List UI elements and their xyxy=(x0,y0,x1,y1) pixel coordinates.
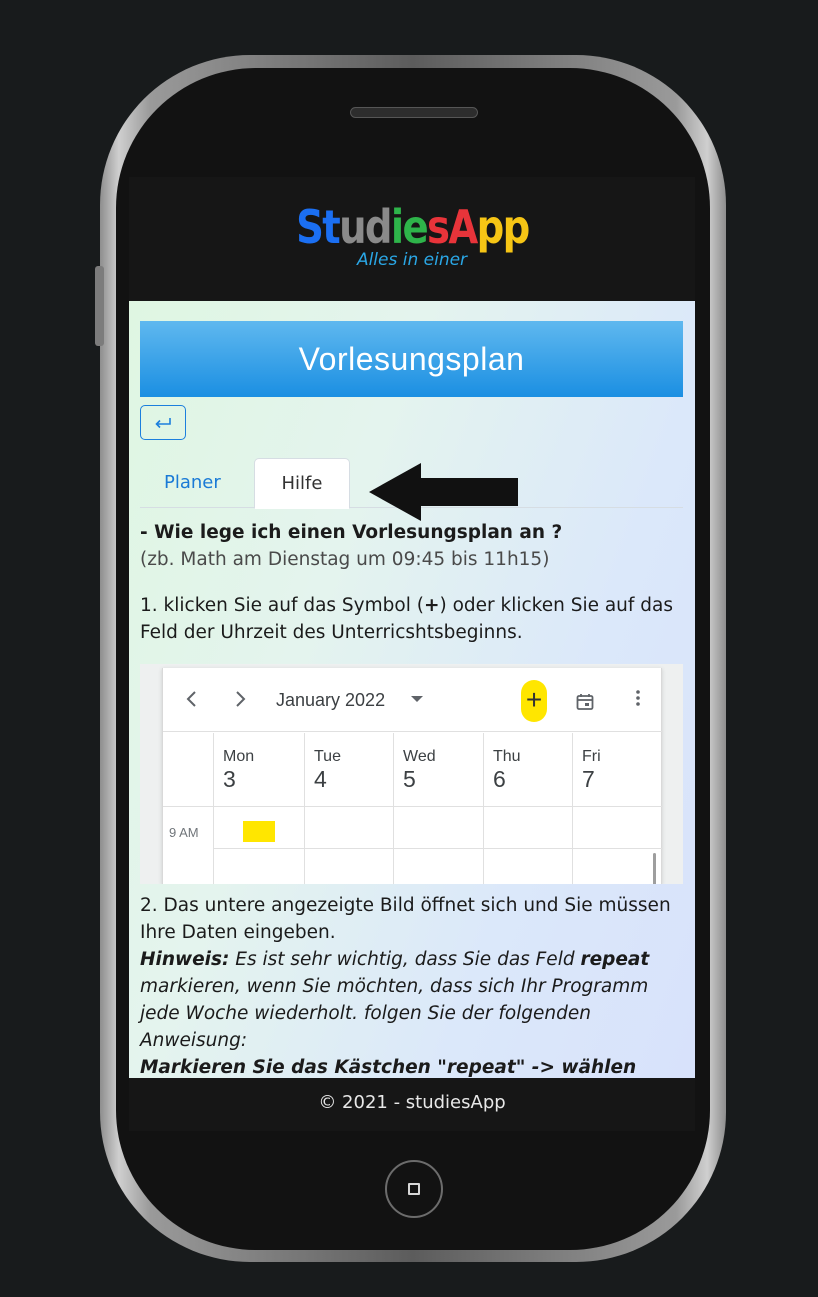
day-number: 5 xyxy=(403,766,416,792)
day-number: 4 xyxy=(314,766,327,792)
calendar-screenshot: January 2022 + Mon 3 Tue 4 Wed 5 Thu 6 F… xyxy=(140,664,683,884)
logo-letter: e xyxy=(402,200,428,254)
calendar-card: January 2022 + Mon 3 Tue 4 Wed 5 Thu 6 F… xyxy=(162,668,663,884)
tab-planer[interactable]: Planer xyxy=(164,458,221,508)
phone-speaker xyxy=(350,107,478,118)
help-step-2: 2. Das untere angezeigte Bild öffnet sic… xyxy=(140,895,671,943)
help-step-2-block: 2. Das untere angezeigte Bild öffnet sic… xyxy=(140,892,683,1078)
chevron-down-icon xyxy=(411,696,423,702)
logo-letter: u xyxy=(338,200,366,254)
app-tagline: Alles in einer xyxy=(356,250,468,270)
app-logo[interactable]: StudiesApp xyxy=(129,201,695,253)
app-header: StudiesApp Alles in einer xyxy=(129,177,695,301)
day-column: Tue 4 xyxy=(304,733,393,884)
day-number: 7 xyxy=(582,766,595,792)
help-hint: Hinweis: Es ist sehr wichtig, dass Sie d… xyxy=(140,949,650,1051)
event-highlight xyxy=(243,821,275,842)
day-number: 6 xyxy=(493,766,506,792)
phone-screen: StudiesApp Alles in einer Vorlesungsplan… xyxy=(129,177,695,1131)
calendar-scrollbar xyxy=(653,853,656,884)
help-section: - Wie lege ich einen Vorlesungsplan an ?… xyxy=(140,519,683,1078)
back-button[interactable] xyxy=(140,405,186,440)
day-column: Wed 5 xyxy=(393,733,483,884)
logo-letter: A xyxy=(448,200,478,254)
chevron-left-icon xyxy=(185,684,199,722)
help-step-1: 1. klicken Sie auf das Symbol (+) oder k… xyxy=(140,595,674,643)
chevron-right-icon xyxy=(233,684,247,722)
day-column: Thu 6 xyxy=(483,733,572,884)
logo-letter: d xyxy=(364,200,393,254)
phone-home-button[interactable] xyxy=(385,1160,443,1218)
phone-side-button xyxy=(95,266,104,346)
day-number: 3 xyxy=(223,766,236,792)
calendar-month-label: January 2022 xyxy=(276,690,386,710)
page-title: Vorlesungsplan xyxy=(140,321,683,397)
help-question: - Wie lege ich einen Vorlesungsplan an ? xyxy=(140,522,563,543)
logo-letter: S xyxy=(295,200,324,254)
tab-hilfe[interactable]: Hilfe xyxy=(254,458,350,509)
calendar-today-icon xyxy=(575,692,595,719)
calendar-grid: Mon 3 Tue 4 Wed 5 Thu 6 Fri 7 9 AM xyxy=(163,733,663,884)
hour-line xyxy=(163,806,663,807)
time-label: 9 AM xyxy=(169,825,199,840)
calendar-toolbar: January 2022 + xyxy=(163,668,663,732)
app-footer: © 2021 - studiesApp xyxy=(129,1078,695,1131)
logo-letter: t xyxy=(321,200,340,254)
logo-letter: i xyxy=(390,200,404,254)
more-vert-icon xyxy=(635,688,641,712)
day-column: Mon 3 xyxy=(213,733,304,884)
logo-letter: p xyxy=(502,200,530,254)
help-instruction: Markieren Sie das Kästchen "repeat" -> w… xyxy=(140,1057,637,1078)
main-content: Vorlesungsplan Planer Hilfe - Wie lege i… xyxy=(129,301,695,1078)
plus-icon: + xyxy=(521,680,547,722)
logo-letter: p xyxy=(476,200,504,254)
help-example: (zb. Math am Dienstag um 09:45 bis 11h15… xyxy=(140,549,550,570)
logo-letter: s xyxy=(426,200,450,254)
half-hour-line xyxy=(213,848,663,849)
home-square-icon xyxy=(408,1183,420,1195)
pointer-arrow-icon xyxy=(369,463,518,521)
day-column: Fri 7 xyxy=(572,733,663,884)
return-arrow-icon xyxy=(155,417,171,428)
